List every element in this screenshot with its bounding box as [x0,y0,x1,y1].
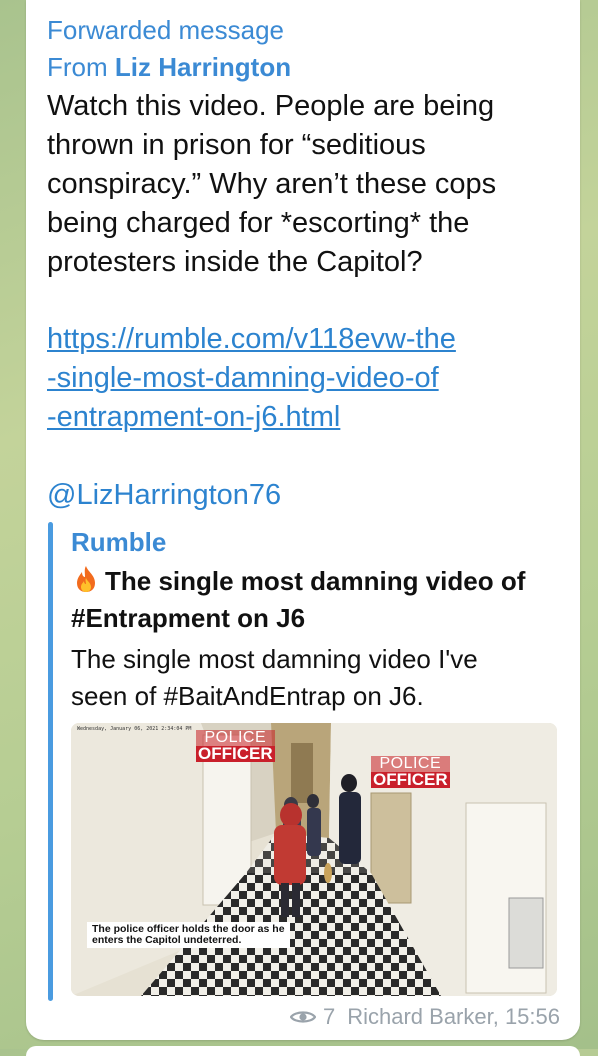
preview-site-name: Rumble [71,527,167,557]
police-label-left: POLICE OFFICER [196,730,275,762]
link-line[interactable]: -single-most-damning-video-of [47,359,567,398]
link-line[interactable]: https://rumble.com/v118evw-the [47,320,567,359]
view-count: 7 [322,1004,336,1029]
video-caption: The police officer holds the door as he … [87,922,290,948]
police-label-line: OFFICER [196,744,275,763]
forwarded-from-name[interactable]: Liz Harrington [115,52,291,82]
message-line: being charged for *escorting* the [47,207,470,239]
message-line: conspiracy.” Why aren’t these cops [47,168,497,200]
forwarded-label: Forwarded message [47,15,284,45]
caption-line: enters the Capitol undeterred. [92,934,242,946]
preview-title-line: The single most damning video of [105,566,526,596]
video-thumbnail[interactable]: Wednesday, January 06, 2021 2:34:04 PM P… [71,723,557,996]
message-line: protesters inside the Capitol? [47,246,423,278]
user-mention[interactable]: @LizHarrington76 [47,476,281,515]
fire-icon [77,566,95,592]
message-line: thrown in prison for “seditious [47,129,426,161]
preview-description: The single most damning video I've seen … [71,641,561,715]
video-timestamp: Wednesday, January 06, 2021 2:34:04 PM [77,726,192,732]
link-line[interactable]: -entrapment-on-j6.html [47,398,567,437]
preview-description-line: seen of #BaitAndEntrap on J6. [71,681,424,711]
author-time: Richard Barker, 15:56 [347,1004,560,1029]
preview-accent-bar [48,522,53,1001]
message-line: Watch this video. People are being [47,90,495,122]
police-label-line: OFFICER [371,770,450,789]
preview-title[interactable]: The single most damning video of #Entrap… [71,563,561,637]
rumble-link[interactable]: https://rumble.com/v118evw-the -single-m… [47,320,567,437]
preview-title-line: #Entrapment on J6 [71,603,306,633]
forwarded-from: From Liz Harrington [47,51,291,83]
message-text: Watch this video. People are being throw… [47,87,567,282]
forwarded-from-prefix: From [47,52,115,82]
message-footer: 7 Richard Barker, 15:56 [289,1002,560,1032]
police-label-right: POLICE OFFICER [371,756,450,788]
next-message-edge [26,1046,580,1056]
eye-icon [289,1011,316,1023]
preview-description-line: The single most damning video I've [71,644,478,674]
hallway-scene [71,723,557,996]
